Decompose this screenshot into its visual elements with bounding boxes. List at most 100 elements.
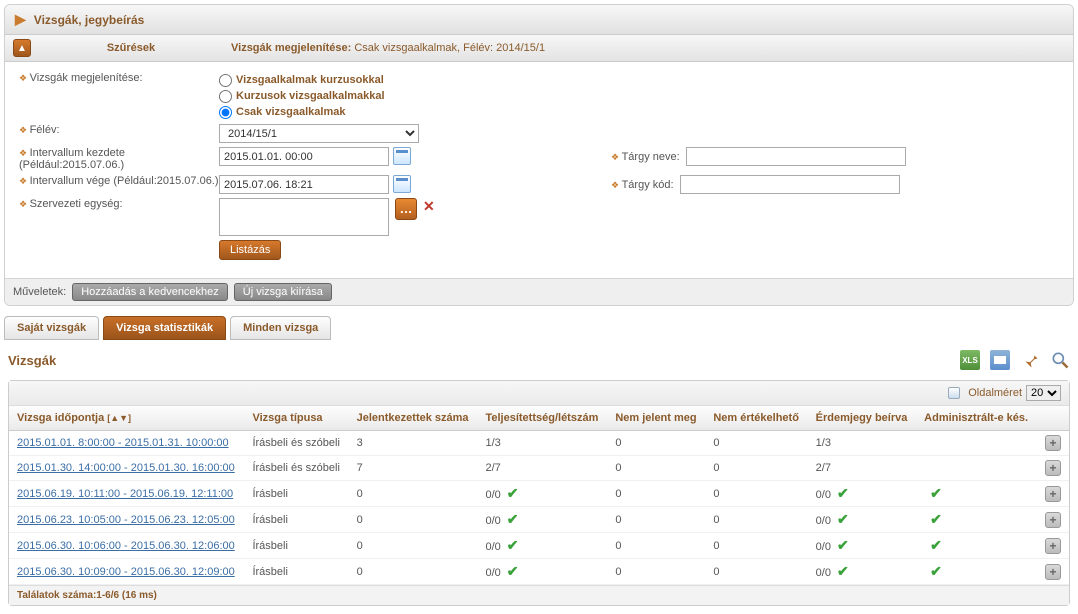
subject-code-input[interactable]	[680, 175, 900, 194]
exam-time-link[interactable]: 2015.06.19. 10:11:00 - 2015.06.19. 12:11…	[17, 488, 233, 500]
cell-comp: 0/0✔	[477, 481, 607, 507]
semester-select[interactable]: 2014/15/1	[219, 124, 419, 143]
filter-body: Vizsgák megjelenítése: Vizsgaalkalmak ku…	[5, 62, 1073, 278]
radio-option-2[interactable]: Kurzusok vizsgaalkalmakkal	[219, 88, 385, 104]
cell-noteval: 0	[705, 431, 807, 456]
filter-summary-label: Vizsgák megjelenítése:	[231, 42, 351, 54]
check-icon: ✔	[837, 511, 849, 527]
col-grade[interactable]: Érdemjegy beírva	[808, 406, 917, 431]
filter-summary: Vizsgák megjelenítése: Csak vizsgaalkalm…	[231, 42, 545, 54]
calendar-icon[interactable]	[393, 175, 411, 193]
cell-expand: +	[1037, 456, 1069, 481]
radio-option-3[interactable]: Csak vizsgaalkalmak	[219, 104, 385, 120]
cell-time: 2015.06.19. 10:11:00 - 2015.06.19. 12:11…	[9, 481, 244, 507]
cell-type: Írásbeli	[244, 533, 348, 559]
filter-bar: ▲ Szűrések Vizsgák megjelenítése: Csak v…	[5, 35, 1073, 62]
cell-time: 2015.01.30. 14:00:00 - 2015.01.30. 16:00…	[9, 456, 244, 481]
cell-noteval: 0	[705, 559, 807, 585]
cell-admin	[916, 431, 1037, 456]
table-row: 2015.06.19. 10:11:00 - 2015.06.19. 12:11…	[9, 481, 1069, 507]
radio-option-1[interactable]: Vizsgaalkalmak kurzusokkal	[219, 72, 385, 88]
cell-time: 2015.01.01. 8:00:00 - 2015.01.31. 10:00:…	[9, 431, 244, 456]
col-admin[interactable]: Adminisztrált-e kés.	[916, 406, 1037, 431]
check-icon: ✔	[930, 485, 942, 501]
pin-icon[interactable]	[1020, 350, 1040, 370]
cell-reg: 7	[349, 456, 478, 481]
exam-time-link[interactable]: 2015.01.30. 14:00:00 - 2015.01.30. 16:00…	[17, 462, 235, 474]
exam-time-link[interactable]: 2015.06.23. 10:05:00 - 2015.06.23. 12:05…	[17, 514, 235, 526]
cell-noshow: 0	[607, 533, 705, 559]
table-row: 2015.01.01. 8:00:00 - 2015.01.31. 10:00:…	[9, 431, 1069, 456]
page-size-label: Oldalméret	[968, 387, 1022, 399]
section-title: Vizsgák	[8, 353, 56, 368]
org-textarea[interactable]	[219, 198, 389, 236]
pager-icon[interactable]	[948, 387, 960, 399]
new-exam-button[interactable]: Új vizsga kiírása	[234, 283, 332, 301]
actions-label: Műveletek:	[13, 286, 66, 298]
col-registered[interactable]: Jelentkezettek száma	[349, 406, 478, 431]
tab-own-exams[interactable]: Saját vizsgák	[4, 316, 99, 340]
org-clear-button[interactable]: ✕	[423, 198, 435, 215]
cell-reg: 0	[349, 533, 478, 559]
collapse-button[interactable]: ▲	[13, 39, 31, 57]
cell-comp: 0/0✔	[477, 559, 607, 585]
grid-footer: Találatok száma:1-6/6 (16 ms)	[9, 585, 1069, 605]
check-icon: ✔	[930, 537, 942, 553]
filter-summary-value: Csak vizsgaalkalmak, Félév: 2014/15/1	[354, 42, 545, 54]
cell-noteval: 0	[705, 481, 807, 507]
actions-row: Műveletek: Hozzáadás a kedvencekhez Új v…	[5, 278, 1073, 305]
subject-name-label: Tárgy neve:	[611, 151, 680, 163]
export-xls-icon[interactable]: XLS	[960, 350, 980, 370]
cell-grade: 2/7	[808, 456, 917, 481]
org-browse-button[interactable]: …	[395, 198, 417, 220]
cell-grade: 0/0✔	[808, 533, 917, 559]
cell-expand: +	[1037, 559, 1069, 585]
tab-exam-stats[interactable]: Vizsga statisztikák	[103, 316, 226, 340]
col-type[interactable]: Vizsga típusa	[244, 406, 348, 431]
subject-name-input[interactable]	[686, 147, 906, 166]
calendar-icon[interactable]	[393, 147, 411, 165]
cell-admin	[916, 456, 1037, 481]
print-icon[interactable]	[990, 350, 1010, 370]
cell-expand: +	[1037, 481, 1069, 507]
tabs: Saját vizsgák Vizsga statisztikák Minden…	[0, 310, 1078, 340]
cell-comp: 2/7	[477, 456, 607, 481]
table-row: 2015.06.30. 10:09:00 - 2015.06.30. 12:09…	[9, 559, 1069, 585]
page-header: ▶ Vizsgák, jegybeírás	[5, 5, 1073, 35]
add-favorite-button[interactable]: Hozzáadás a kedvencekhez	[72, 283, 228, 301]
org-label: Szervezeti egység:	[19, 198, 219, 210]
check-icon: ✔	[507, 537, 519, 553]
expand-button[interactable]: +	[1045, 460, 1061, 476]
exam-time-link[interactable]: 2015.06.30. 10:06:00 - 2015.06.30. 12:06…	[17, 540, 235, 552]
display-label: Vizsgák megjelenítése:	[19, 72, 219, 84]
page-size-select[interactable]: 20	[1026, 385, 1061, 401]
cell-type: Írásbeli és szóbeli	[244, 431, 348, 456]
search-icon[interactable]	[1050, 350, 1070, 370]
col-completed[interactable]: Teljesítettség/létszám	[477, 406, 607, 431]
col-noshow[interactable]: Nem jelent meg	[607, 406, 705, 431]
tab-all-exams[interactable]: Minden vizsga	[230, 316, 331, 340]
interval-start-input[interactable]	[219, 147, 389, 166]
table-row: 2015.06.30. 10:06:00 - 2015.06.30. 12:06…	[9, 533, 1069, 559]
cell-type: Írásbeli	[244, 481, 348, 507]
grid-panel: Oldalméret 20 Vizsga időpontja[▲▼] Vizsg…	[8, 380, 1070, 606]
check-icon: ✔	[507, 563, 519, 579]
expand-button[interactable]: +	[1045, 512, 1061, 528]
col-noteval[interactable]: Nem értékelhető	[705, 406, 807, 431]
expand-button[interactable]: +	[1045, 564, 1061, 580]
check-icon: ✔	[507, 485, 519, 501]
page-title: Vizsgák, jegybeírás	[34, 13, 145, 27]
expand-button[interactable]: +	[1045, 486, 1061, 502]
exam-time-link[interactable]: 2015.06.30. 10:09:00 - 2015.06.30. 12:09…	[17, 566, 235, 578]
expand-button[interactable]: +	[1045, 435, 1061, 451]
expand-button[interactable]: +	[1045, 538, 1061, 554]
interval-end-input[interactable]	[219, 175, 389, 194]
display-radio-group: Vizsgaalkalmak kurzusokkal Kurzusok vizs…	[219, 72, 385, 120]
table-row: 2015.01.30. 14:00:00 - 2015.01.30. 16:00…	[9, 456, 1069, 481]
col-time[interactable]: Vizsga időpontja[▲▼]	[9, 406, 244, 431]
check-icon: ✔	[837, 485, 849, 501]
toolbar-icons: XLS	[960, 350, 1070, 370]
grid-table: Vizsga időpontja[▲▼] Vizsga típusa Jelen…	[9, 406, 1069, 585]
list-button[interactable]: Listázás	[219, 240, 281, 260]
exam-time-link[interactable]: 2015.01.01. 8:00:00 - 2015.01.31. 10:00:…	[17, 437, 229, 449]
